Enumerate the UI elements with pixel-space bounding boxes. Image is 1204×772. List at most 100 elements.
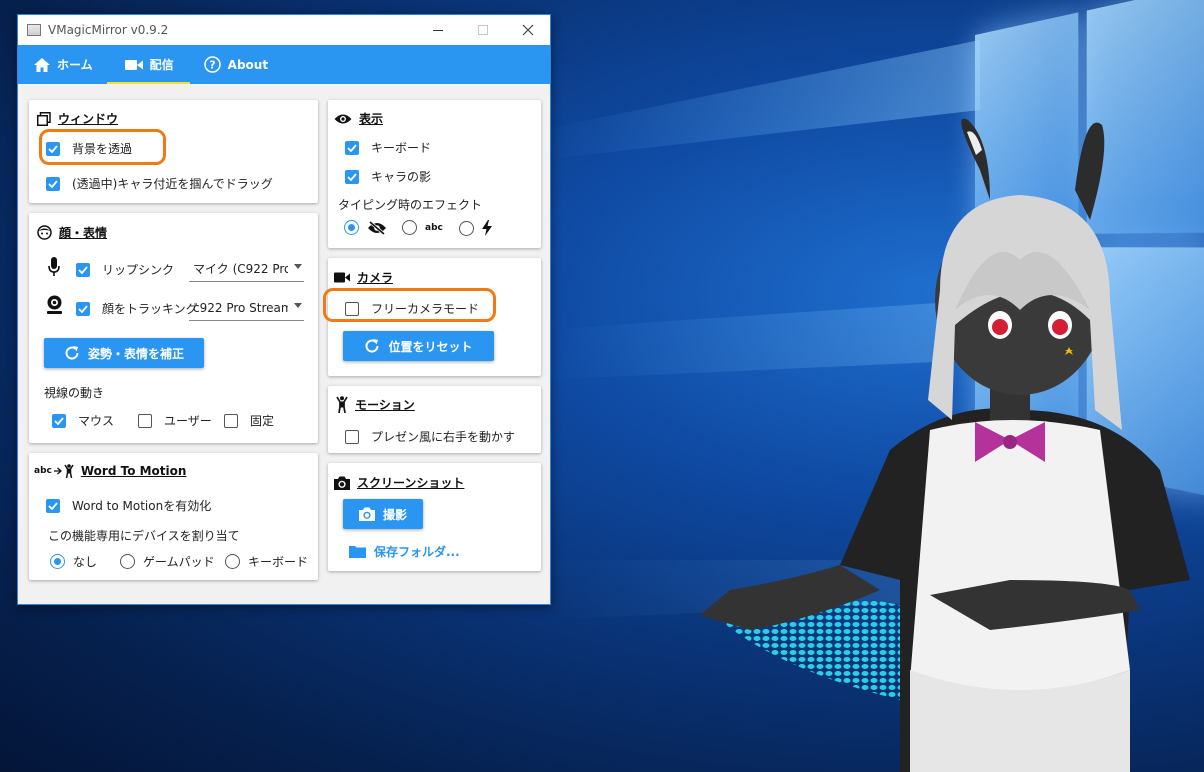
wtm-device-gamepad-radio-row[interactable]: ゲームパッド xyxy=(120,553,215,570)
tab-streaming-label: 配信 xyxy=(149,58,174,72)
video-camera-icon xyxy=(334,272,350,283)
microphone-select[interactable]: マイク (C922 Pro S xyxy=(189,256,304,282)
check-icon xyxy=(48,501,58,510)
maximize-icon xyxy=(477,25,488,35)
wtm-device-keyboard-label: キーボード xyxy=(248,555,309,569)
lipsync-checkbox-row[interactable]: リップシンク xyxy=(76,261,174,278)
screenshot-card: スクリーンショット 撮影 保存フォルダ... xyxy=(328,463,541,571)
wtm-device-none-radio-row[interactable]: なし xyxy=(50,553,97,570)
wtm-device-gamepad-radio[interactable] xyxy=(120,554,135,569)
typing-effect-flash-radio-row[interactable] xyxy=(459,220,492,236)
presentation-hand-checkbox-row[interactable]: プレゼン風に右手を動かす xyxy=(345,428,515,445)
wtm-device-keyboard-radio[interactable] xyxy=(225,554,240,569)
typing-effect-none-radio-row[interactable] xyxy=(344,220,387,235)
keyboard-visible-label: キーボード xyxy=(371,141,432,155)
calibrate-pose-button[interactable]: 姿勢・表情を補正 xyxy=(44,338,204,368)
streaming-tab-content: ウィンドウ 背景を透過 (透過中)キャラ付近を掴んでドラッグ 顔・表情 リップシ… xyxy=(18,84,550,604)
minimize-button[interactable] xyxy=(415,15,460,45)
camera-icon xyxy=(334,476,350,490)
free-camera-checkbox-row[interactable]: フリーカメラモード xyxy=(345,300,479,317)
eye-icon xyxy=(334,114,352,123)
webcam-select-value: c922 Pro Stream xyxy=(193,300,288,315)
dropdown-caret-icon xyxy=(294,303,302,308)
transparent-bg-checkbox[interactable] xyxy=(46,141,60,156)
wtm-enable-checkbox-row[interactable]: Word to Motionを有効化 xyxy=(46,497,211,514)
typing-effect-text-radio-row[interactable]: abc xyxy=(402,220,443,235)
webcam-select[interactable]: c922 Pro Stream xyxy=(189,295,304,321)
wtm-card-label: Word To Motion xyxy=(80,464,187,478)
reset-position-button[interactable]: 位置をリセット xyxy=(343,331,494,361)
motion-settings-card: モーション プレゼン風に右手を動かす xyxy=(328,386,541,453)
abc-text-icon: abc xyxy=(34,466,52,476)
word-to-motion-card: abc Word To Motion Word to Motionを有効化 この… xyxy=(29,453,318,580)
maximize-button[interactable] xyxy=(460,15,505,45)
video-camera-icon xyxy=(124,59,143,70)
display-card-title: 表示 xyxy=(334,110,383,127)
gaze-mouse-checkbox[interactable] xyxy=(52,413,66,428)
check-icon xyxy=(48,179,58,188)
home-icon xyxy=(34,57,50,72)
drag-near-char-checkbox[interactable] xyxy=(46,176,60,191)
close-button[interactable] xyxy=(505,15,550,45)
transparent-bg-label: 背景を透過 xyxy=(72,142,133,156)
window-settings-card: ウィンドウ 背景を透過 (透過中)キャラ付近を掴んでドラッグ xyxy=(29,100,318,203)
gaze-user-checkbox[interactable] xyxy=(138,413,152,428)
close-icon xyxy=(522,24,533,36)
tab-home[interactable]: ホーム xyxy=(18,45,107,84)
face-tracking-checkbox-row[interactable]: 顔をトラッキング xyxy=(76,300,198,317)
window-card-label: ウィンドウ xyxy=(58,112,119,126)
keyboard-visible-checkbox[interactable] xyxy=(345,140,359,155)
typing-effect-none-radio[interactable] xyxy=(344,220,359,235)
char-shadow-checkbox[interactable] xyxy=(345,169,359,184)
wtm-device-none-label: なし xyxy=(73,555,98,569)
wtm-device-keyboard-radio-row[interactable]: キーボード xyxy=(225,553,308,570)
svg-text:?: ? xyxy=(209,59,215,72)
display-card-label: 表示 xyxy=(359,112,384,126)
tab-about[interactable]: ? About xyxy=(190,45,282,84)
wtm-device-none-radio[interactable] xyxy=(50,554,65,569)
display-settings-card: 表示 キーボード キャラの影 タイピング時のエフェクト abc xyxy=(328,100,541,248)
avatar-character-image xyxy=(700,118,1190,772)
face-card-title: 顔・表情 xyxy=(37,224,107,241)
dropdown-caret-icon xyxy=(294,264,302,269)
face-expression-card: 顔・表情 リップシンク マイク (C922 Pro S 顔をトラッキング c92… xyxy=(29,213,318,443)
gaze-fixed-checkbox-row[interactable]: 固定 xyxy=(224,412,274,429)
keyboard-visible-checkbox-row[interactable]: キーボード xyxy=(345,139,431,156)
wtm-enable-checkbox[interactable] xyxy=(46,498,60,513)
app-icon xyxy=(27,24,41,36)
wtm-device-label: この機能専用にデバイスを割り当て xyxy=(48,529,240,543)
gaze-fixed-checkbox[interactable] xyxy=(224,413,238,428)
face-card-label: 顔・表情 xyxy=(59,226,108,240)
lipsync-checkbox[interactable] xyxy=(76,262,90,277)
arrow-right-icon xyxy=(53,467,62,475)
drag-near-char-checkbox-row[interactable]: (透過中)キャラ付近を掴んでドラッグ xyxy=(46,175,273,192)
gaze-mouse-checkbox-row[interactable]: マウス xyxy=(52,412,114,429)
check-icon xyxy=(48,144,58,153)
tab-streaming[interactable]: 配信 xyxy=(106,45,190,84)
free-camera-checkbox[interactable] xyxy=(345,301,359,316)
char-shadow-label: キャラの影 xyxy=(371,170,432,184)
motion-card-label: モーション xyxy=(355,398,415,412)
person-pose-icon xyxy=(64,464,74,478)
typing-effect-text-radio[interactable] xyxy=(402,220,417,235)
gaze-motion-label: 視線の動き xyxy=(44,386,105,400)
open-save-folder-link[interactable]: 保存フォルダ... xyxy=(349,543,460,560)
take-screenshot-button[interactable]: 撮影 xyxy=(343,499,423,529)
minimize-icon xyxy=(432,29,443,31)
gaze-user-checkbox-row[interactable]: ユーザー xyxy=(138,412,212,429)
typing-effect-flash-radio[interactable] xyxy=(459,220,474,236)
lipsync-label: リップシンク xyxy=(102,263,175,277)
presentation-hand-checkbox[interactable] xyxy=(345,429,359,444)
face-tracking-checkbox[interactable] xyxy=(76,301,90,316)
transparent-bg-checkbox-row[interactable]: 背景を透過 xyxy=(46,140,132,157)
title-bar[interactable]: VMagicMirror v0.9.2 xyxy=(18,15,550,45)
check-icon xyxy=(347,143,357,152)
gaze-user-label: ユーザー xyxy=(164,414,212,428)
refresh-icon xyxy=(65,346,79,360)
char-shadow-checkbox-row[interactable]: キャラの影 xyxy=(345,168,431,185)
microphone-select-value: マイク (C922 Pro S xyxy=(193,262,288,276)
screenshot-card-title: スクリーンショット xyxy=(334,474,464,491)
vmagicmirror-window: VMagicMirror v0.9.2 ホーム 配信 ? About ウィンドウ xyxy=(17,14,551,605)
refresh-icon xyxy=(366,339,379,353)
tab-home-label: ホーム xyxy=(57,58,93,72)
